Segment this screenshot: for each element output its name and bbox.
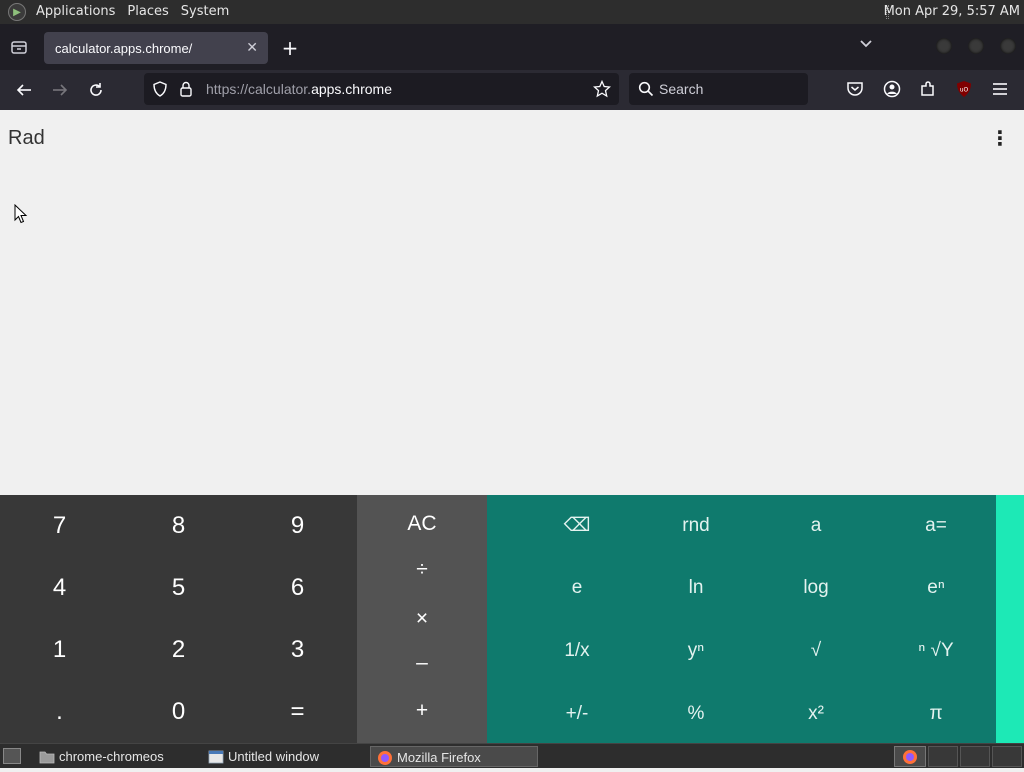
system-top-panel: ▶ Applications Places System Mon Apr 29,… bbox=[0, 0, 1024, 24]
menu-applications[interactable]: Applications bbox=[30, 0, 121, 24]
key-equals[interactable]: = bbox=[238, 681, 357, 743]
list-all-tabs-icon[interactable] bbox=[858, 36, 874, 56]
forward-button[interactable] bbox=[48, 78, 72, 102]
key-answer-store[interactable]: a= bbox=[876, 495, 996, 557]
search-icon bbox=[638, 81, 654, 100]
pocket-icon[interactable] bbox=[846, 80, 864, 102]
tab-calculator[interactable]: calculator.apps.chrome/ ✕ bbox=[44, 32, 268, 64]
key-power[interactable]: yⁿ bbox=[636, 620, 756, 682]
key-square-root[interactable]: √ bbox=[756, 620, 876, 682]
taskbar-label: Untitled window bbox=[228, 749, 320, 764]
lock-icon[interactable] bbox=[179, 81, 193, 100]
key-multiply[interactable]: × bbox=[357, 595, 487, 643]
menu-places[interactable]: Places bbox=[121, 0, 174, 24]
workspace-switcher[interactable] bbox=[894, 746, 926, 767]
key-1[interactable]: 1 bbox=[0, 619, 119, 681]
url-prefix: https://calculator. bbox=[206, 81, 312, 97]
calculator-keypad: 7 8 9 4 5 6 1 2 3 . 0 = AC ÷ × – + ⌫ rnd… bbox=[0, 495, 1024, 743]
ublock-origin-icon[interactable]: uO bbox=[955, 80, 973, 102]
taskbar-label: Mozilla Firefox bbox=[397, 750, 481, 765]
key-8[interactable]: 8 bbox=[119, 495, 238, 557]
url-bar[interactable]: https://calculator.apps.chrome bbox=[144, 73, 619, 105]
key-add[interactable]: + bbox=[357, 687, 487, 735]
key-answer-recall[interactable]: a bbox=[756, 495, 876, 557]
mouse-pointer-icon bbox=[14, 203, 28, 228]
key-all-clear[interactable]: AC bbox=[357, 500, 487, 548]
key-square[interactable]: x² bbox=[756, 683, 876, 745]
svg-text:uO: uO bbox=[960, 87, 969, 94]
tracking-protection-shield-icon[interactable] bbox=[152, 81, 168, 100]
account-icon[interactable] bbox=[883, 80, 901, 102]
key-6[interactable]: 6 bbox=[238, 557, 357, 619]
key-percent[interactable]: % bbox=[636, 683, 756, 745]
key-2[interactable]: 2 bbox=[119, 619, 238, 681]
key-negate[interactable]: +/- bbox=[517, 683, 637, 745]
taskbar-label: chrome-chromeos bbox=[59, 749, 164, 764]
url-domain: apps.chrome bbox=[311, 81, 392, 97]
key-reciprocal[interactable]: 1/x bbox=[517, 620, 637, 682]
taskbar-item-untitled-window[interactable]: Untitled window bbox=[202, 746, 368, 767]
key-divide[interactable]: ÷ bbox=[357, 546, 487, 594]
distro-logo-icon[interactable]: ▶ bbox=[8, 3, 26, 21]
app-menu-hamburger-icon[interactable] bbox=[991, 80, 1009, 102]
search-placeholder: Search bbox=[659, 81, 704, 97]
clock[interactable]: Mon Apr 29, 5:57 AM bbox=[884, 0, 1020, 24]
advanced-panel-handle[interactable] bbox=[996, 495, 1024, 743]
new-tab-button[interactable]: + bbox=[280, 34, 300, 62]
key-backspace[interactable]: ⌫ bbox=[517, 495, 637, 557]
calculator-display bbox=[0, 110, 1024, 495]
show-desktop-icon[interactable] bbox=[3, 748, 21, 764]
key-ln[interactable]: ln bbox=[636, 557, 756, 619]
workspace-2[interactable] bbox=[928, 746, 958, 767]
taskbar-item-chrome-chromeos[interactable]: chrome-chromeos bbox=[33, 746, 199, 767]
key-5[interactable]: 5 bbox=[119, 557, 238, 619]
key-0[interactable]: 0 bbox=[119, 681, 238, 743]
bookmark-star-icon[interactable] bbox=[592, 79, 612, 101]
key-decimal[interactable]: . bbox=[0, 681, 119, 743]
key-3[interactable]: 3 bbox=[238, 619, 357, 681]
advanced-functions-panel: ⌫ rnd a a= e ln log eⁿ 1/x yⁿ √ ⁿ √Y +/-… bbox=[487, 495, 996, 743]
more-options-icon[interactable]: ⋮ bbox=[990, 127, 1010, 149]
angle-mode-label[interactable]: Rad bbox=[8, 127, 45, 150]
minimize-button[interactable] bbox=[936, 38, 952, 54]
tab-title: calculator.apps.chrome/ bbox=[55, 40, 193, 56]
firefox-view-icon[interactable] bbox=[10, 38, 28, 56]
key-exp[interactable]: eⁿ bbox=[876, 557, 996, 619]
system-taskbar: chrome-chromeos Untitled window Mozilla … bbox=[0, 743, 1024, 768]
key-random[interactable]: rnd bbox=[636, 495, 756, 557]
key-9[interactable]: 9 bbox=[238, 495, 357, 557]
extensions-icon[interactable] bbox=[919, 80, 937, 102]
close-window-button[interactable] bbox=[1000, 38, 1016, 54]
key-euler[interactable]: e bbox=[517, 557, 637, 619]
operator-column: AC ÷ × – + bbox=[357, 495, 487, 743]
numeric-keypad: 7 8 9 4 5 6 1 2 3 . 0 = bbox=[0, 495, 357, 743]
maximize-button[interactable] bbox=[968, 38, 984, 54]
key-4[interactable]: 4 bbox=[0, 557, 119, 619]
key-subtract[interactable]: – bbox=[357, 639, 487, 687]
key-nth-root[interactable]: ⁿ √Y bbox=[876, 620, 996, 682]
window-icon bbox=[208, 749, 224, 764]
reload-button[interactable] bbox=[84, 78, 108, 102]
close-tab-icon[interactable]: ✕ bbox=[246, 39, 258, 56]
menu-system[interactable]: System bbox=[175, 0, 235, 24]
folder-icon bbox=[39, 749, 55, 764]
key-pi[interactable]: π bbox=[876, 683, 996, 745]
search-bar[interactable]: Search bbox=[629, 73, 808, 105]
workspace-3[interactable] bbox=[960, 746, 990, 767]
workspace-4[interactable] bbox=[992, 746, 1022, 767]
key-7[interactable]: 7 bbox=[0, 495, 119, 557]
url-text: https://calculator.apps.chrome bbox=[206, 81, 392, 97]
firefox-icon bbox=[377, 750, 393, 765]
back-button[interactable] bbox=[12, 78, 36, 102]
taskbar-item-mozilla-firefox[interactable]: Mozilla Firefox bbox=[370, 746, 538, 767]
key-log[interactable]: log bbox=[756, 557, 876, 619]
